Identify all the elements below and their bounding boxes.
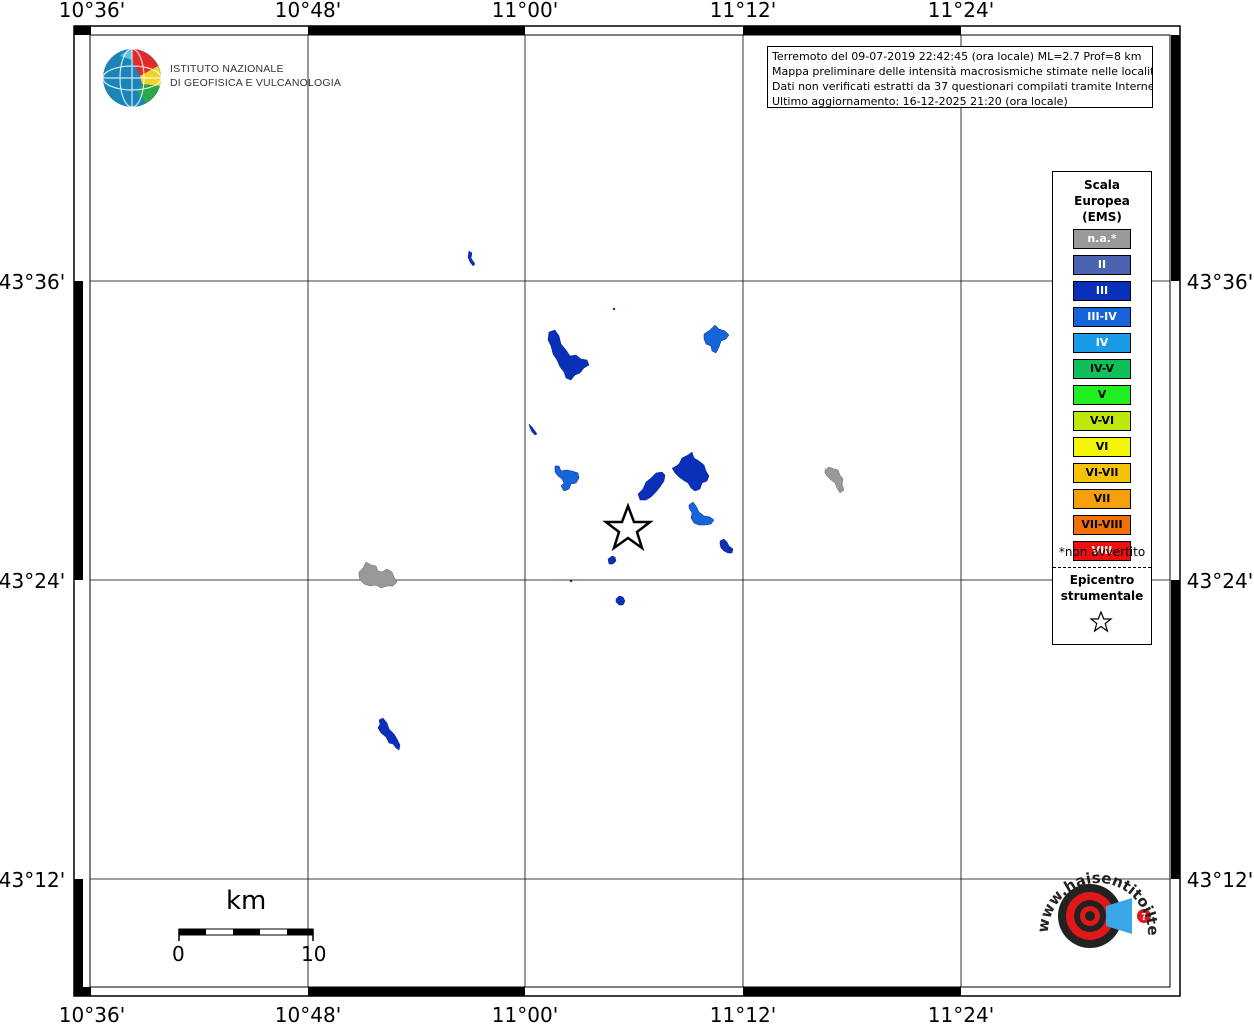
- lat-label-left-2: 43°24': [0, 569, 65, 593]
- ingv-logo-line2: DI GEOFISICA E VULCANOLOGIA: [170, 77, 342, 89]
- legend-star-icon: [1089, 611, 1113, 633]
- ingv-logo-text: ISTITUTO NAZIONALE DI GEOFISICA E VULCAN…: [170, 62, 341, 90]
- legend-swatch: V-VI: [1073, 411, 1131, 431]
- haisentito-logo-icon: ? www.haisentitoilterremoto.it: [1028, 858, 1162, 948]
- lon-label-bottom-4: 11°12': [710, 1003, 776, 1024]
- municipality-area: [528, 423, 538, 436]
- legend-swatch: VII-VIII: [1073, 515, 1131, 535]
- municipality-area: [615, 595, 626, 606]
- lon-label-bottom-2: 10°48': [275, 1003, 341, 1024]
- lat-label-right-3: 43°12': [1187, 868, 1253, 892]
- scale-bar-end: 10: [301, 942, 327, 966]
- municipality-area: [554, 465, 580, 492]
- legend-swatch: n.a.*: [1073, 229, 1131, 249]
- municipality-area: [607, 555, 617, 565]
- municipality-area: [824, 466, 845, 494]
- lon-label-top-5: 11°24': [928, 0, 994, 22]
- lon-label-top-4: 11°12': [710, 0, 776, 22]
- frame-left: [74, 26, 83, 996]
- event-info-line-4: Ultimo aggiornamento: 16-12-2025 21:20 (…: [772, 95, 1068, 108]
- municipality-area: [358, 561, 398, 589]
- epicenter-star-icon: [602, 502, 654, 552]
- legend-epicenter-line2: strumentale: [1060, 589, 1144, 603]
- lon-label-bottom-3: 11°00': [492, 1003, 558, 1024]
- legend-swatch: III: [1073, 281, 1131, 301]
- legend-epicenter-label: Epicentro strumentale: [1053, 572, 1151, 604]
- municipality-area: [547, 329, 590, 381]
- legend-title: Scala Europea (EMS): [1053, 177, 1151, 225]
- municipality-area: [467, 250, 476, 267]
- lon-label-top-3: 11°00': [492, 0, 558, 22]
- municipality-area: [637, 471, 666, 501]
- legend-swatch: VII: [1073, 489, 1131, 509]
- lon-label-bottom-1: 10°36': [59, 1003, 125, 1024]
- legend-swatch: V: [1073, 385, 1131, 405]
- lon-label-top-1: 10°36': [59, 0, 125, 22]
- ingv-logo-line1: ISTITUTO NAZIONALE: [170, 63, 284, 75]
- lon-label-bottom-5: 11°24': [928, 1003, 994, 1024]
- event-info-line-1: Terremoto del 09-07-2019 22:42:45 (ora l…: [772, 50, 1142, 63]
- scale-bar-start: 0: [172, 942, 185, 966]
- lat-label-right-2: 43°24': [1187, 569, 1253, 593]
- legend-title-line1: Scala: [1083, 178, 1121, 192]
- legend-title-line3: (EMS): [1082, 210, 1122, 224]
- municipality-area: [671, 451, 710, 492]
- municipality-area: [612, 307, 616, 311]
- frame-right: [1171, 35, 1180, 879]
- municipality-area: [569, 579, 573, 583]
- legend-swatch: II: [1073, 255, 1131, 275]
- legend-swatch: III-IV: [1073, 307, 1131, 327]
- frame-bottom: [74, 987, 961, 996]
- lat-label-right-1: 43°36': [1187, 270, 1253, 294]
- municipality-area: [688, 501, 715, 526]
- scale-bar-unit: km: [226, 886, 267, 916]
- scale-bar: [178, 928, 314, 941]
- legend-items: n.a.* II III III-IV IV IV-V V V-VI VI VI-VII VII VI…: [1073, 229, 1131, 567]
- event-info-box: Terremoto del 09-07-2019 22:42:45 (ora l…: [767, 46, 1153, 108]
- legend-epicenter-line1: Epicentro: [1069, 573, 1135, 587]
- frame-top: [74, 26, 961, 35]
- ingv-logo-icon: [102, 48, 162, 108]
- legend-title-line2: Europea: [1074, 194, 1130, 208]
- legend-swatch: VI-VII: [1073, 463, 1131, 483]
- municipality-area: [377, 717, 401, 751]
- event-info-line-2: Mappa preliminare delle intensità macros…: [772, 65, 1153, 78]
- municipality-area: [719, 538, 734, 554]
- event-info-line-3: Dati non verificati estratti da 37 quest…: [772, 80, 1153, 93]
- lat-label-left-1: 43°36': [0, 270, 65, 294]
- legend-swatch: IV-V: [1073, 359, 1131, 379]
- legend-note: *non avvertito: [1058, 545, 1146, 559]
- municipality-area: [703, 324, 730, 354]
- intensity-areas: [358, 250, 845, 751]
- legend-swatch: IV: [1073, 333, 1131, 353]
- lat-label-left-3: 43°12': [0, 868, 65, 892]
- lon-label-top-2: 10°48': [275, 0, 341, 22]
- legend-swatch: VI: [1073, 437, 1131, 457]
- ems-legend: Scala Europea (EMS) n.a.* II III III-IV IV IV…: [1052, 171, 1152, 645]
- legend-divider: [1053, 567, 1151, 568]
